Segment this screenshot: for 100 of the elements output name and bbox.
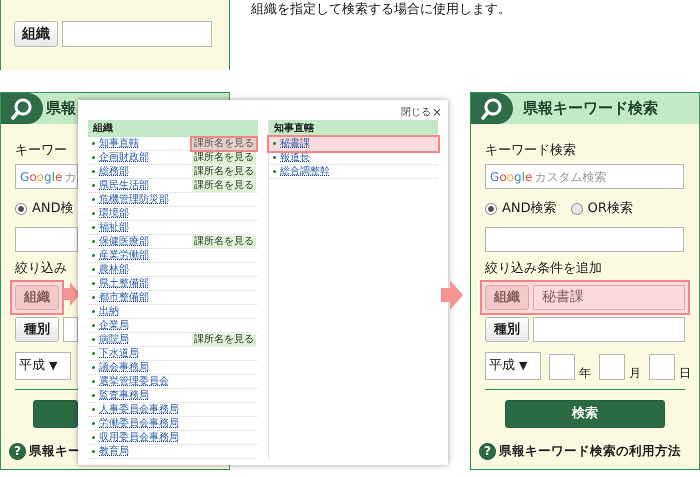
organization-link[interactable]: 都市整備部 — [99, 292, 149, 304]
organization-link[interactable]: 出納 — [99, 306, 119, 318]
text-field[interactable] — [485, 227, 684, 252]
organization-link[interactable]: 労働委員会事務局 — [99, 418, 179, 430]
list-item[interactable]: 病院局 課所名を見る — [88, 333, 258, 347]
date-field[interactable] — [549, 354, 575, 380]
radio-option[interactable]: OR検索 — [570, 199, 633, 219]
list-item[interactable]: 保健医療部 課所名を見る — [88, 235, 258, 249]
search-button[interactable] — [33, 400, 78, 428]
bullet-icon — [92, 324, 95, 327]
close-button[interactable]: 閉じる× — [400, 103, 442, 121]
column-header: 組織 — [88, 120, 258, 137]
organization-button[interactable]: 組織 — [14, 21, 58, 47]
list-item[interactable]: 都市整備部 — [88, 291, 258, 305]
organization-link[interactable]: 病院局 — [99, 334, 129, 346]
list-item[interactable]: 人事委員会事務局 — [88, 403, 258, 417]
view-sections-button[interactable]: 課所名を見る — [192, 334, 256, 346]
bullet-icon — [92, 254, 95, 257]
caret-icon: ▼ — [49, 358, 58, 374]
bullet-icon — [92, 366, 95, 369]
organization-link[interactable]: 下水道局 — [99, 348, 139, 360]
radio-button[interactable] — [15, 203, 27, 215]
organization-field[interactable] — [62, 21, 212, 47]
organization-link[interactable]: 教育局 — [99, 446, 129, 458]
list-item[interactable]: 選挙管理委員会 — [88, 375, 258, 389]
text-field[interactable] — [15, 227, 78, 252]
filter-button[interactable]: 組織 — [15, 285, 59, 310]
list-item[interactable]: 知事直轄 課所名を見る — [88, 137, 258, 151]
search-field[interactable]: Google カスタム検索 — [485, 164, 684, 189]
organization-link[interactable]: 監査事務局 — [99, 390, 149, 402]
search-field[interactable]: Google カ — [15, 164, 78, 189]
radio-option[interactable]: AND検索 — [485, 199, 557, 219]
bullet-icon — [92, 282, 95, 285]
bullet-icon — [92, 296, 95, 299]
organization-link[interactable]: 農林部 — [99, 264, 129, 276]
search-button[interactable]: 検索 — [505, 400, 665, 428]
organization-link[interactable]: 知事直轄 — [99, 138, 139, 150]
view-sections-button[interactable]: 課所名を見る — [192, 166, 256, 178]
organization-link[interactable]: 選挙管理委員会 — [99, 376, 169, 388]
organization-link[interactable]: 総務部 — [99, 166, 129, 178]
organization-link[interactable]: 福祉部 — [99, 222, 129, 234]
organization-link[interactable]: 危機管理防災部 — [99, 194, 169, 206]
radio-button[interactable] — [485, 203, 497, 215]
filter-field[interactable]: 秘書課 — [533, 285, 685, 310]
filter-button[interactable]: 組織 — [485, 285, 529, 310]
list-item[interactable]: 出納 — [88, 305, 258, 319]
organization-link[interactable]: 収用委員会事務局 — [99, 432, 179, 444]
date-field[interactable] — [649, 354, 675, 380]
help-link[interactable]: 県報キーワード検索の利用方法 — [499, 442, 681, 461]
caret-icon: ▼ — [519, 358, 528, 374]
brand-logo: Google — [20, 168, 62, 186]
view-sections-button[interactable]: 課所名を見る — [192, 180, 256, 192]
radio-button[interactable] — [570, 203, 583, 215]
list-item[interactable]: 議会事務局 — [88, 361, 258, 375]
list-item[interactable]: 秘書課 — [269, 137, 438, 151]
list-item[interactable]: 総務部 課所名を見る — [88, 165, 258, 179]
date-field[interactable] — [599, 354, 625, 380]
filter-button[interactable]: 種別 — [485, 317, 529, 342]
list-item[interactable]: 下水道局 — [88, 347, 258, 361]
view-sections-button[interactable]: 課所名を見る — [192, 152, 256, 164]
organization-link[interactable]: 県土整備部 — [99, 278, 149, 290]
view-sections-button[interactable]: 課所名を見る — [192, 138, 256, 150]
list-item[interactable]: 企画財政部 課所名を見る — [88, 151, 258, 165]
organization-link[interactable]: 保健医療部 — [99, 236, 149, 248]
list-item[interactable]: 収用委員会事務局 — [88, 431, 258, 445]
list-item[interactable]: 総合調整幹 — [269, 165, 438, 179]
list-item[interactable]: 県民生活部 課所名を見る — [88, 179, 258, 193]
bullet-icon — [92, 226, 95, 229]
list-item[interactable]: 県土整備部 — [88, 277, 258, 291]
bullet-icon — [92, 184, 95, 187]
organization-link[interactable]: 環境部 — [99, 208, 129, 220]
list-item[interactable]: 農林部 — [88, 263, 258, 277]
list-item[interactable]: 福祉部 — [88, 221, 258, 235]
field-label: キーワード検索 — [485, 143, 576, 159]
radio-option[interactable]: AND検 — [15, 199, 74, 219]
filter-field[interactable] — [533, 317, 685, 342]
list-item[interactable]: 企業局 — [88, 319, 258, 333]
list-item[interactable]: 危機管理防災部 — [88, 193, 258, 207]
era-text: 平成 — [19, 357, 45, 376]
organization-link[interactable]: 企画財政部 — [99, 152, 149, 164]
list-item[interactable]: 産業労働部 — [88, 249, 258, 263]
organization-link[interactable]: 企業局 — [99, 320, 129, 332]
organization-link[interactable]: 人事委員会事務局 — [99, 404, 179, 416]
organization-link[interactable]: 県民生活部 — [99, 180, 149, 192]
era-select[interactable]: 平成 ▼ — [485, 352, 541, 380]
organization-link[interactable]: 議会事務局 — [99, 362, 149, 374]
organization-link[interactable]: 秘書課 — [280, 138, 310, 150]
bullet-icon — [92, 240, 95, 243]
filter-field[interactable] — [63, 317, 78, 342]
organization-link[interactable]: 総合調整幹 — [280, 166, 330, 178]
era-select[interactable]: 平成 ▼ — [15, 352, 71, 380]
organization-link[interactable]: 産業労働部 — [99, 250, 149, 262]
bullet-icon — [92, 310, 95, 313]
list-item[interactable]: 教育局 — [88, 445, 258, 459]
view-sections-button[interactable]: 課所名を見る — [192, 236, 256, 248]
list-item[interactable]: 監査事務局 — [88, 389, 258, 403]
bullet-icon — [92, 408, 95, 411]
list-item[interactable]: 環境部 — [88, 207, 258, 221]
filter-button[interactable]: 種別 — [15, 317, 59, 342]
list-item[interactable]: 労働委員会事務局 — [88, 417, 258, 431]
